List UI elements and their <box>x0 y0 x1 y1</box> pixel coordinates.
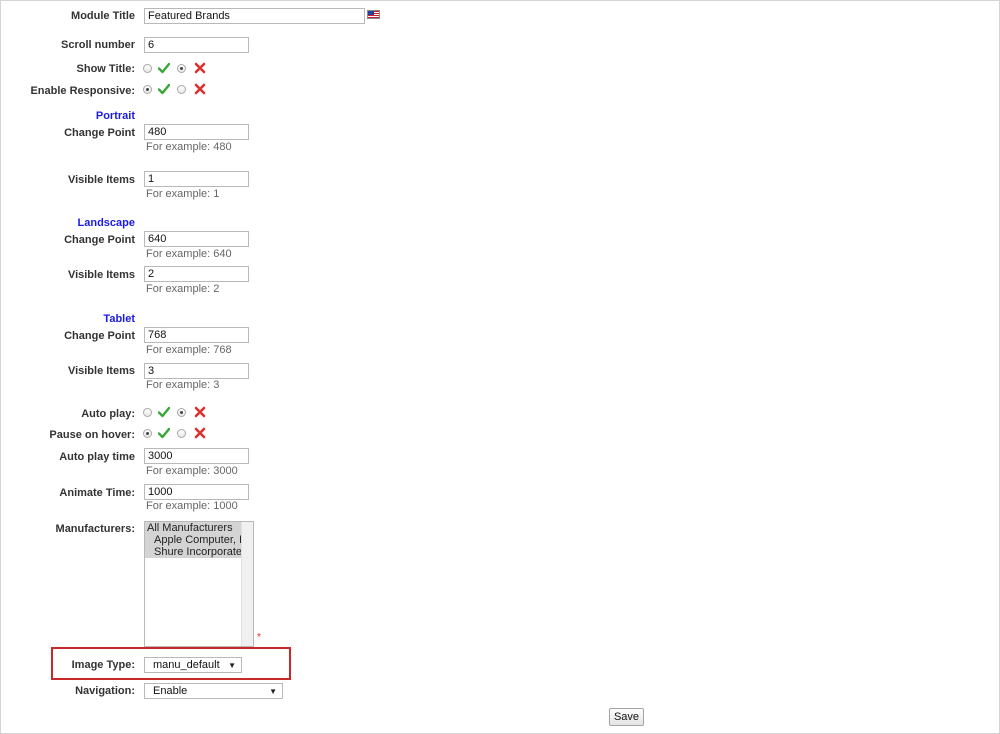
check-icon <box>158 83 170 95</box>
enable-responsive-label: Enable Responsive: <box>30 85 135 97</box>
landscape-visible-items-input[interactable] <box>144 266 249 282</box>
auto-play-time-input[interactable] <box>144 448 249 464</box>
required-marker: * <box>257 632 261 643</box>
dropdown-arrow-icon: ▼ <box>228 661 236 670</box>
tablet-change-point-hint: For example: 768 <box>146 344 232 356</box>
tablet-visible-items-label: Visible Items <box>67 365 135 377</box>
tablet-change-point-input[interactable] <box>144 327 249 343</box>
animate-time-label: Animate Time: <box>59 487 135 499</box>
navigation-value: Enable <box>153 685 188 697</box>
portrait-section-title: Portrait <box>95 110 135 122</box>
show-title-label: Show Title: <box>76 63 135 75</box>
auto-play-time-label: Auto play time <box>59 451 135 463</box>
animate-time-hint: For example: 1000 <box>146 500 238 512</box>
module-title-input[interactable] <box>144 8 365 24</box>
scroll-number-input[interactable] <box>144 37 249 53</box>
check-icon <box>158 406 170 418</box>
portrait-change-point-hint: For example: 480 <box>146 141 232 153</box>
landscape-change-point-input[interactable] <box>144 231 249 247</box>
auto-play-time-hint: For example: 3000 <box>146 465 238 477</box>
enable-responsive-no-radio[interactable] <box>177 85 186 94</box>
manufacturers-listbox[interactable]: All Manufacturers Apple Computer, Inc Sh… <box>144 521 254 647</box>
us-flag-icon[interactable] <box>367 10 380 19</box>
check-icon <box>158 427 170 439</box>
auto-play-yes-radio[interactable] <box>143 408 152 417</box>
cross-icon <box>194 83 206 95</box>
scroll-number-label: Scroll number <box>61 39 135 51</box>
tablet-visible-items-input[interactable] <box>144 363 249 379</box>
pause-on-hover-no-radio[interactable] <box>177 429 186 438</box>
list-item[interactable]: All Manufacturers <box>145 522 242 534</box>
navigation-select[interactable]: Enable ▼ <box>144 683 283 699</box>
tablet-change-point-label: Change Point <box>64 330 135 342</box>
check-icon <box>158 62 170 74</box>
image-type-select[interactable]: manu_default ▼ <box>144 657 242 673</box>
list-item[interactable]: Shure Incorporated <box>145 546 242 558</box>
image-type-value: manu_default <box>153 659 220 671</box>
landscape-visible-items-label: Visible Items <box>67 269 135 281</box>
dropdown-arrow-icon: ▼ <box>269 687 277 696</box>
pause-on-hover-yes-radio[interactable] <box>143 429 152 438</box>
portrait-change-point-label: Change Point <box>64 127 135 139</box>
show-title-yes-radio[interactable] <box>143 64 152 73</box>
cross-icon <box>194 406 206 418</box>
listbox-scrollbar[interactable] <box>241 522 253 646</box>
manufacturers-label: Manufacturers: <box>55 523 135 535</box>
show-title-no-radio[interactable] <box>177 64 186 73</box>
animate-time-input[interactable] <box>144 484 249 500</box>
pause-on-hover-label: Pause on hover: <box>49 429 135 441</box>
tablet-section-title: Tablet <box>103 313 135 325</box>
landscape-change-point-hint: For example: 640 <box>146 248 232 260</box>
portrait-visible-items-hint: For example: 1 <box>146 188 220 200</box>
module-title-label: Module Title <box>71 10 135 22</box>
cross-icon <box>194 62 206 74</box>
landscape-change-point-label: Change Point <box>64 234 135 246</box>
portrait-change-point-input[interactable] <box>144 124 249 140</box>
enable-responsive-yes-radio[interactable] <box>143 85 152 94</box>
list-item[interactable]: Apple Computer, Inc <box>145 534 242 546</box>
navigation-label: Navigation: <box>75 685 135 697</box>
portrait-visible-items-input[interactable] <box>144 171 249 187</box>
portrait-visible-items-label: Visible Items <box>67 174 135 186</box>
save-button[interactable]: Save <box>609 708 644 726</box>
image-type-label: Image Type: <box>71 659 135 671</box>
landscape-visible-items-hint: For example: 2 <box>146 283 220 295</box>
landscape-section-title: Landscape <box>77 217 135 229</box>
auto-play-label: Auto play: <box>81 408 135 420</box>
tablet-visible-items-hint: For example: 3 <box>146 379 220 391</box>
cross-icon <box>194 427 206 439</box>
auto-play-no-radio[interactable] <box>177 408 186 417</box>
